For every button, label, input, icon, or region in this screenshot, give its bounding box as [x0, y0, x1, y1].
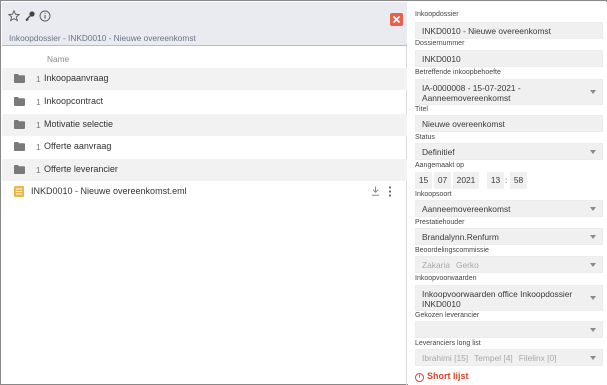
folder-label[interactable]: Offerte leverancier	[44, 164, 118, 174]
folder-row[interactable]: 1 Inkoopcontract	[2, 91, 407, 113]
longlist-tag: Tempel [4]	[474, 353, 513, 363]
status-value: Definitief	[422, 147, 455, 157]
titel-value: Nieuwe overeenkomst	[422, 119, 505, 129]
status-select[interactable]: Definitief	[415, 143, 603, 160]
behoefte-label: Betreffende inkoopbehoefte	[415, 69, 501, 76]
item-count: 1	[36, 165, 41, 175]
dossiernummer-value: INKD0010	[422, 54, 461, 64]
chevron-down-icon[interactable]	[590, 262, 596, 267]
folder-icon	[14, 142, 25, 151]
document-panel: Inkoopdossier - INKD0010 - Nieuwe overee…	[2, 2, 407, 385]
folder-icon	[14, 165, 25, 174]
short-list-label: Short lijst	[427, 371, 469, 381]
chevron-down-icon[interactable]	[590, 90, 596, 94]
chevron-down-icon[interactable]	[590, 296, 596, 300]
gekozen-select[interactable]	[415, 321, 603, 338]
column-header-name[interactable]: Name	[47, 54, 69, 64]
voorwaarden-value-line2: INKD0010	[422, 299, 461, 309]
day-input[interactable]: 15	[415, 172, 432, 189]
item-count: 1	[36, 120, 41, 130]
aangemaakt-label: Aangemaakt op	[415, 162, 465, 169]
gekozen-label: Gekozen leverancier	[415, 312, 480, 319]
inkoopdossier-field[interactable]: INKD0010 - Nieuwe overeenkomst	[415, 22, 603, 39]
folder-icon	[14, 120, 25, 129]
item-count: 1	[36, 74, 41, 84]
month-input[interactable]: 07	[434, 172, 451, 189]
breadcrumb: Inkoopdossier - INKD0010 - Nieuwe overee…	[9, 33, 196, 43]
chevron-down-icon[interactable]	[590, 206, 596, 211]
dossiernummer-field[interactable]: INKD0010	[415, 50, 603, 67]
panel-header: Inkoopdossier - INKD0010 - Nieuwe overee…	[2, 2, 407, 46]
titel-label: Titel	[415, 106, 428, 113]
folder-label[interactable]: Inkoopaanvraag	[44, 73, 109, 83]
prestatiehouder-select[interactable]: Brandalynn.Renfurm	[415, 228, 603, 245]
more-options-icon[interactable]	[387, 186, 393, 197]
chevron-down-icon[interactable]	[590, 355, 596, 360]
minute-input[interactable]: 58	[510, 172, 527, 189]
key-icon[interactable]	[24, 10, 36, 22]
longlist-tag: Filelinx [0]	[518, 353, 557, 363]
inkoopdossier-value: INKD0010 - Nieuwe overeenkomst	[422, 26, 551, 36]
commissie-select[interactable]: Zakaria Gerko	[415, 256, 603, 273]
status-label: Status	[415, 134, 435, 141]
folder-row[interactable]: 1 Offerte aanvraag	[2, 136, 407, 158]
longlist-tag: Ibrahimi [15]	[422, 353, 469, 363]
file-label[interactable]: INKD0010 - Nieuwe overeenkomst.eml	[31, 186, 187, 196]
titel-field[interactable]: Nieuwe overeenkomst	[415, 115, 603, 132]
chevron-down-icon[interactable]	[590, 149, 596, 154]
short-list-link[interactable]: i Short lijst	[415, 371, 469, 382]
folder-icon	[14, 97, 25, 106]
folder-label[interactable]: Inkoopcontract	[44, 96, 103, 106]
time-separator: :	[505, 175, 508, 185]
longlist-select[interactable]: Ibrahimi [15] Tempel [4] Filelinx [0]	[415, 349, 603, 366]
prestatiehouder-label: Prestatiehouder	[415, 219, 465, 226]
inkoopsoort-label: Inkoopsoort	[415, 191, 452, 198]
inkoopsoort-select[interactable]: Aanneemovereenkomst	[415, 200, 603, 217]
folder-label[interactable]: Motivatie selectie	[44, 119, 113, 129]
dossiernummer-label: Dossiernummer	[415, 40, 465, 47]
info-icon[interactable]	[39, 10, 51, 22]
longlist-label: Leveranciers long list	[415, 340, 481, 347]
behoefte-select[interactable]: IA-0000008 - 15-07-2021 - Aanneemovereen…	[415, 79, 603, 105]
properties-form: Inkoopdossier INKD0010 - Nieuwe overeenk…	[408, 2, 607, 385]
voorwaarden-select[interactable]: Inkoopvoorwaarden office Inkoopdossier I…	[415, 285, 603, 311]
year-input[interactable]: 2021	[453, 172, 479, 189]
inkoopdossier-label: Inkoopdossier	[415, 11, 459, 18]
folder-row[interactable]: 1 Inkoopaanvraag	[2, 68, 407, 90]
commissie-tag: Zakaria	[422, 260, 450, 270]
chevron-down-icon[interactable]	[590, 234, 596, 239]
close-button[interactable]	[390, 13, 403, 26]
file-row[interactable]: INKD0010 - Nieuwe overeenkomst.eml	[2, 181, 407, 203]
commissie-label: Beoordelingscommissie	[415, 247, 489, 254]
folder-label[interactable]: Offerte aanvraag	[44, 141, 111, 151]
voorwaarden-value-line1: Inkoopvoorwaarden office Inkoopdossier	[422, 289, 573, 299]
star-icon[interactable]	[7, 9, 21, 22]
hour-input[interactable]: 13	[487, 172, 504, 189]
download-icon[interactable]	[371, 186, 380, 196]
behoefte-value-line1: IA-0000008 - 15-07-2021 -	[422, 83, 521, 93]
email-file-icon	[14, 186, 24, 197]
commissie-tag: Gerko	[455, 260, 479, 270]
inkoopsoort-value: Aanneemovereenkomst	[422, 204, 511, 214]
chevron-down-icon[interactable]	[590, 327, 596, 332]
info-circle-icon: i	[415, 373, 424, 382]
behoefte-value-line2: Aanneemovereenkomst	[422, 93, 511, 103]
close-icon	[392, 15, 401, 24]
window: Inkoopdossier - INKD0010 - Nieuwe overee…	[0, 0, 607, 385]
item-count: 1	[36, 97, 41, 107]
folder-row[interactable]: 1 Offerte leverancier	[2, 159, 407, 181]
prestatiehouder-value: Brandalynn.Renfurm	[422, 232, 499, 242]
folder-icon	[14, 74, 25, 83]
voorwaarden-label: Inkoopvoorwaarden	[415, 275, 477, 282]
item-count: 1	[36, 142, 41, 152]
folder-row[interactable]: 1 Motivatie selectie	[2, 114, 407, 136]
